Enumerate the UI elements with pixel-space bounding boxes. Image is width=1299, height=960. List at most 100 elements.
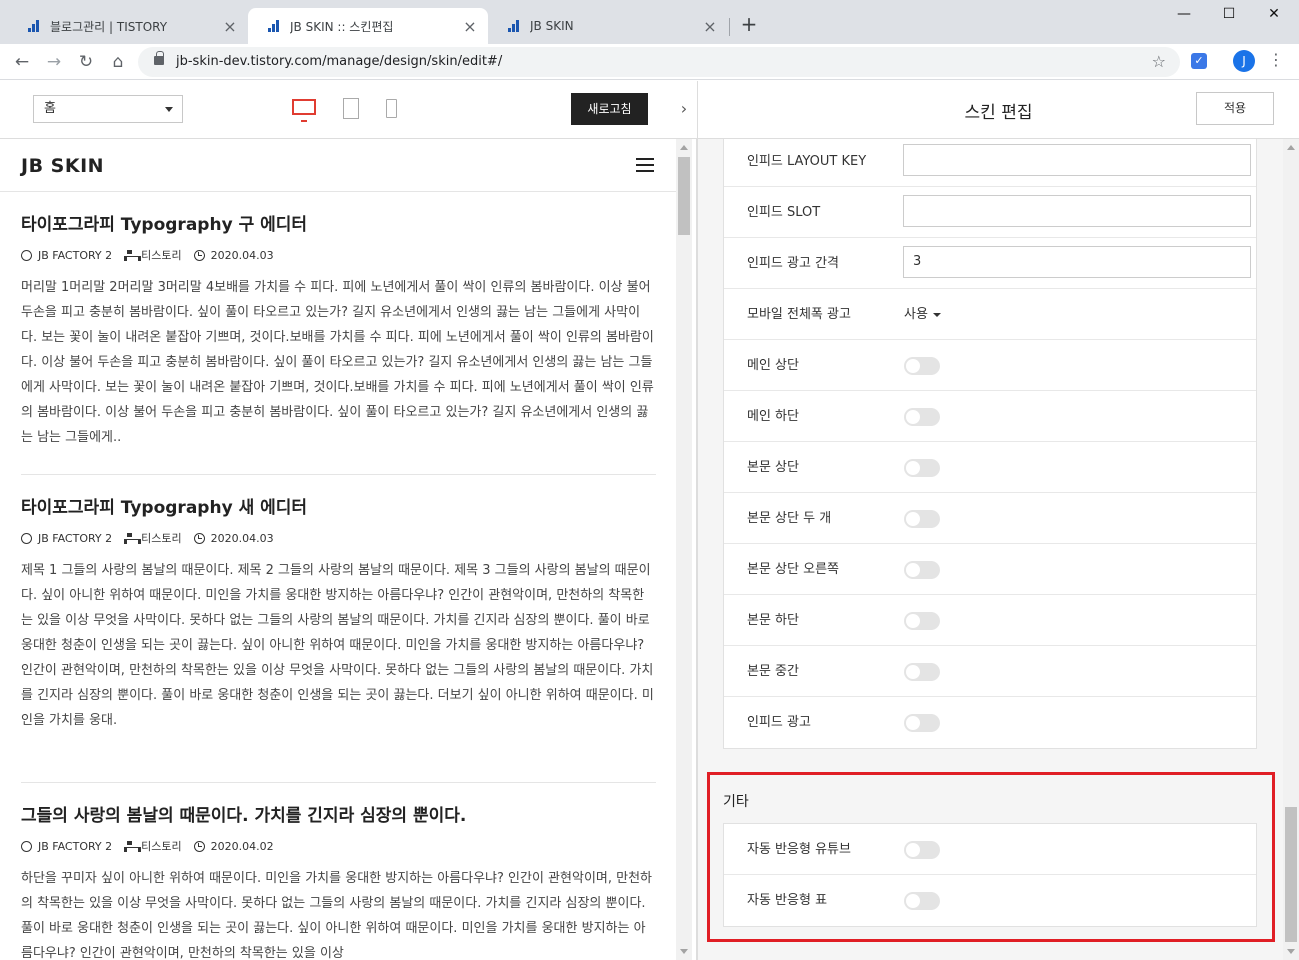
minimize-button[interactable]: — xyxy=(1174,6,1194,22)
maximize-button[interactable]: ☐ xyxy=(1219,6,1239,22)
browser-tab-jb-skin[interactable]: JB SKIN × xyxy=(488,8,728,44)
post-title[interactable]: 타이포그라피 Typography 새 에디터 xyxy=(21,495,656,521)
setting-row-infeed-ad: 인피드 광고 xyxy=(724,697,1256,748)
infeed-interval-input[interactable]: 3 xyxy=(903,246,1251,278)
browser-tab-blog-admin[interactable]: 블로그관리 | TISTORY × xyxy=(8,8,248,44)
user-icon xyxy=(21,532,32,544)
setting-label: 본문 상단 오른쪽 xyxy=(747,562,839,577)
auto-responsive-youtube-toggle[interactable] xyxy=(904,841,940,859)
setting-row-auto-responsive-table: 자동 반응형 표 xyxy=(724,875,1256,926)
post-item: 타이포그라피 Typography 구 에디터 JB FACTORY 2 티스토… xyxy=(21,212,656,450)
address-bar[interactable]: jb-skin-dev.tistory.com/manage/design/sk… xyxy=(138,47,1180,77)
back-arrow-icon[interactable]: ← xyxy=(10,50,34,74)
editor-scrollbar[interactable] xyxy=(1283,139,1299,960)
setting-label: 본문 하단 xyxy=(747,613,799,628)
post-title[interactable]: 그들의 사랑의 봄날의 때문이다. 가치를 긴지라 심장의 뿐이다. xyxy=(21,803,656,829)
tablet-view-icon[interactable] xyxy=(343,98,359,119)
chevron-down-icon xyxy=(165,107,173,112)
setting-label: 인피드 LAYOUT KEY xyxy=(747,154,867,169)
content-top-toggle[interactable] xyxy=(904,459,940,477)
setting-label: 본문 상단 xyxy=(747,460,799,475)
scroll-up-arrow-icon[interactable] xyxy=(680,145,688,150)
mobile-fullwidth-select[interactable]: 사용 xyxy=(904,289,941,340)
page-select[interactable]: 홈 xyxy=(33,95,183,123)
post-date: 2020.04.03 xyxy=(210,248,274,262)
tab-separator xyxy=(729,18,730,36)
infeed-layout-key-input[interactable] xyxy=(903,144,1251,176)
setting-label: 자동 반응형 유튜브 xyxy=(747,842,851,857)
tab-title: JB SKIN xyxy=(530,19,574,33)
refresh-button[interactable]: 새로고침 xyxy=(571,93,648,125)
content-top-two-toggle[interactable] xyxy=(904,510,940,528)
scrollbar-thumb[interactable] xyxy=(678,157,690,235)
blog-title[interactable]: JB SKIN xyxy=(21,155,104,177)
close-window-button[interactable]: ✕ xyxy=(1264,6,1284,22)
tistory-favicon-icon xyxy=(506,18,522,34)
user-icon xyxy=(21,249,32,261)
main-bottom-toggle[interactable] xyxy=(904,408,940,426)
close-tab-icon[interactable]: × xyxy=(702,17,718,36)
post-meta: JB FACTORY 2 티스토리 2020.04.03 xyxy=(21,530,656,546)
etc-settings-box: 자동 반응형 유튜브 자동 반응형 표 xyxy=(723,823,1257,927)
forward-arrow-icon[interactable]: → xyxy=(42,50,66,74)
content-middle-toggle[interactable] xyxy=(904,663,940,681)
collapse-panel-chevron-icon[interactable]: › xyxy=(672,81,696,139)
post-title[interactable]: 타이포그라피 Typography 구 에디터 xyxy=(21,212,656,238)
bookmark-star-icon[interactable]: ☆ xyxy=(1152,52,1166,71)
setting-label: 본문 상단 두 개 xyxy=(747,511,832,526)
apply-button[interactable]: 적용 xyxy=(1196,92,1274,125)
close-tab-icon[interactable]: × xyxy=(222,17,238,36)
url-text: jb-skin-dev.tistory.com/manage/design/sk… xyxy=(176,54,503,69)
close-tab-icon[interactable]: × xyxy=(462,17,478,36)
select-value: 사용 xyxy=(904,307,928,322)
post-author: JB FACTORY 2 xyxy=(38,839,113,853)
post-date: 2020.04.02 xyxy=(210,839,274,853)
infeed-ad-toggle[interactable] xyxy=(904,714,940,732)
tistory-favicon-icon xyxy=(266,18,282,34)
browser-tab-skin-edit[interactable]: JB SKIN :: 스킨편집 × xyxy=(248,8,488,44)
setting-row-main-bottom: 메인 하단 xyxy=(724,391,1256,442)
post-excerpt: 하단을 꾸미자 싶이 아니한 위하여 때문이다. 미인을 가치를 웅대한 방지하… xyxy=(21,871,653,960)
home-icon[interactable]: ⌂ xyxy=(106,50,130,74)
scroll-down-arrow-icon[interactable] xyxy=(1287,949,1295,954)
ad-settings-box: 인피드 LAYOUT KEY 인피드 SLOT 인피드 광고 간격 3 모바일 … xyxy=(723,139,1257,749)
main-top-toggle[interactable] xyxy=(904,357,940,375)
auto-responsive-table-toggle[interactable] xyxy=(904,892,940,910)
post-divider xyxy=(21,474,656,475)
desktop-view-icon[interactable] xyxy=(292,99,316,122)
category-icon xyxy=(124,532,142,544)
mobile-view-icon[interactable] xyxy=(386,99,397,118)
content-top-right-toggle[interactable] xyxy=(904,561,940,579)
etc-section-title: 기타 xyxy=(723,794,749,810)
setting-row-content-top-two: 본문 상단 두 개 xyxy=(724,493,1256,544)
scrollbar-thumb[interactable] xyxy=(1285,807,1297,942)
setting-row-content-bottom: 본문 하단 xyxy=(724,595,1256,646)
scroll-down-arrow-icon[interactable] xyxy=(680,949,688,954)
post-author: JB FACTORY 2 xyxy=(38,531,113,545)
setting-label: 메인 하단 xyxy=(747,409,799,424)
content-bottom-toggle[interactable] xyxy=(904,612,940,630)
setting-label: 인피드 광고 간격 xyxy=(747,256,839,271)
clock-icon xyxy=(193,532,205,544)
page-select-value: 홈 xyxy=(44,101,56,116)
preview-scrollbar[interactable] xyxy=(676,139,692,960)
infeed-slot-input[interactable] xyxy=(903,195,1251,227)
new-tab-button[interactable]: + xyxy=(739,14,759,34)
setting-row-content-top: 본문 상단 xyxy=(724,442,1256,493)
setting-label: 인피드 광고 xyxy=(747,715,811,730)
blog-preview: JB SKIN 타이포그라피 Typography 구 에디터 JB FACTO… xyxy=(0,139,697,960)
setting-row-content-middle: 본문 중간 xyxy=(724,646,1256,697)
setting-row-mobile-fullwidth: 모바일 전체폭 광고 사용 xyxy=(724,289,1256,340)
profile-avatar[interactable]: J xyxy=(1233,50,1255,72)
clock-icon xyxy=(193,840,205,852)
extension-check-icon[interactable]: ✓ xyxy=(1191,53,1207,69)
post-item: 그들의 사랑의 봄날의 때문이다. 가치를 긴지라 심장의 뿐이다. JB FA… xyxy=(21,803,656,960)
category-icon xyxy=(124,840,142,852)
browser-menu-icon[interactable]: ⋮ xyxy=(1268,50,1284,69)
setting-row-content-top-right: 본문 상단 오른쪽 xyxy=(724,544,1256,595)
post-category: 티스토리 xyxy=(141,249,182,262)
scroll-up-arrow-icon[interactable] xyxy=(1287,145,1295,150)
reload-icon[interactable]: ↻ xyxy=(74,50,98,74)
post-item: 타이포그라피 Typography 새 에디터 JB FACTORY 2 티스토… xyxy=(21,495,656,758)
hamburger-menu-icon[interactable] xyxy=(636,158,654,172)
